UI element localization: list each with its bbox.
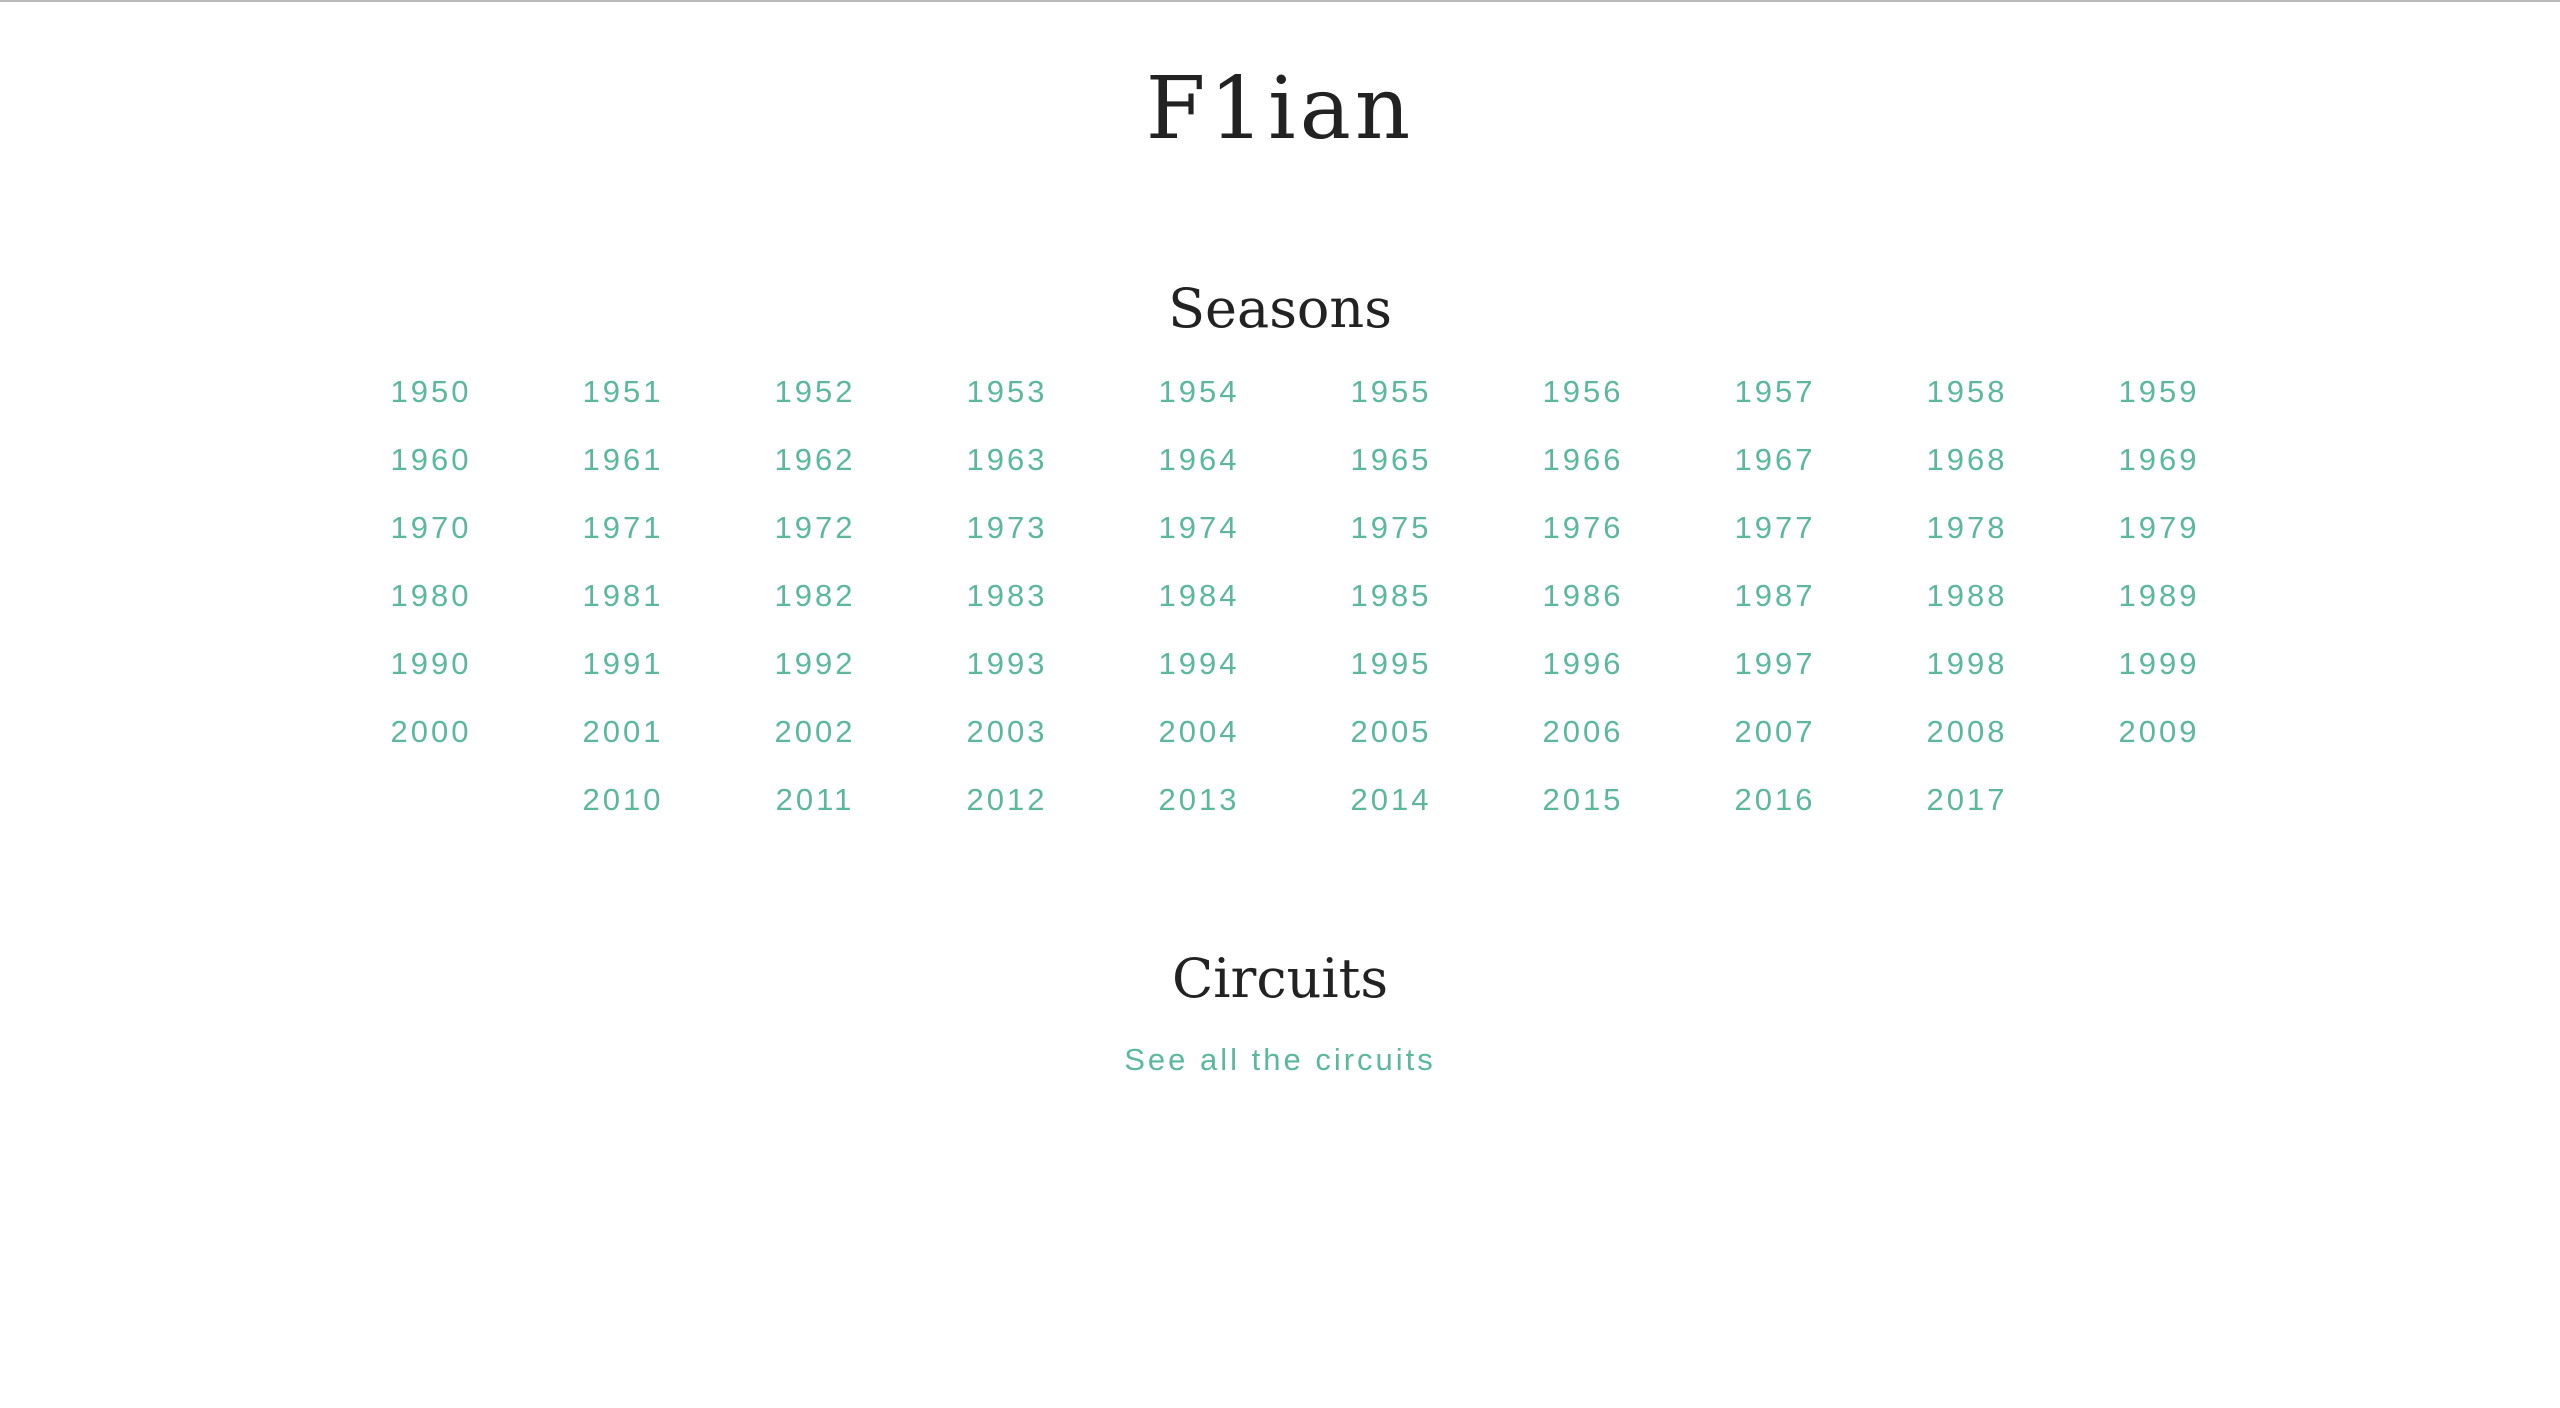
season-link-2017[interactable]: 2017 <box>1871 772 2063 840</box>
season-link-1994[interactable]: 1994 <box>1103 636 1295 704</box>
season-link-1950[interactable]: 1950 <box>335 364 527 432</box>
see-all-circuits-link[interactable]: See all the circuits <box>0 1032 2560 1088</box>
season-link-2006[interactable]: 2006 <box>1487 704 1679 772</box>
season-link-1978[interactable]: 1978 <box>1871 500 2063 568</box>
season-link-1987[interactable]: 1987 <box>1679 568 1871 636</box>
season-link-2010[interactable]: 2010 <box>527 772 719 840</box>
season-link-1970[interactable]: 1970 <box>335 500 527 568</box>
season-link-2009[interactable]: 2009 <box>2063 704 2255 772</box>
season-link-1979[interactable]: 1979 <box>2063 500 2255 568</box>
season-link-1965[interactable]: 1965 <box>1295 432 1487 500</box>
season-link-1984[interactable]: 1984 <box>1103 568 1295 636</box>
season-link-1963[interactable]: 1963 <box>911 432 1103 500</box>
season-link-1997[interactable]: 1997 <box>1679 636 1871 704</box>
season-link-1985[interactable]: 1985 <box>1295 568 1487 636</box>
season-link-1973[interactable]: 1973 <box>911 500 1103 568</box>
season-link-2000[interactable]: 2000 <box>335 704 527 772</box>
season-link-2002[interactable]: 2002 <box>719 704 911 772</box>
season-link-2008[interactable]: 2008 <box>1871 704 2063 772</box>
season-link-1961[interactable]: 1961 <box>527 432 719 500</box>
season-link-1999[interactable]: 1999 <box>2063 636 2255 704</box>
seasons-heading: Seasons <box>1168 277 1392 340</box>
season-link-1955[interactable]: 1955 <box>1295 364 1487 432</box>
season-link-2003[interactable]: 2003 <box>911 704 1103 772</box>
season-link-1956[interactable]: 1956 <box>1487 364 1679 432</box>
circuits-heading: Circuits <box>1171 947 1389 1010</box>
season-link-2007[interactable]: 2007 <box>1679 704 1871 772</box>
season-link-1993[interactable]: 1993 <box>911 636 1103 704</box>
season-link-1967[interactable]: 1967 <box>1679 432 1871 500</box>
season-link-1966[interactable]: 1966 <box>1487 432 1679 500</box>
season-link-1982[interactable]: 1982 <box>719 568 911 636</box>
season-link-1952[interactable]: 1952 <box>719 364 911 432</box>
season-link-1976[interactable]: 1976 <box>1487 500 1679 568</box>
season-link-1957[interactable]: 1957 <box>1679 364 1871 432</box>
season-link-2011[interactable]: 2011 <box>719 772 911 840</box>
season-link-1977[interactable]: 1977 <box>1679 500 1871 568</box>
season-link-1980[interactable]: 1980 <box>335 568 527 636</box>
season-link-1958[interactable]: 1958 <box>1871 364 2063 432</box>
season-link-1960[interactable]: 1960 <box>335 432 527 500</box>
season-link-2005[interactable]: 2005 <box>1295 704 1487 772</box>
season-link-1953[interactable]: 1953 <box>911 364 1103 432</box>
season-link-1995[interactable]: 1995 <box>1295 636 1487 704</box>
season-link-1969[interactable]: 1969 <box>2063 432 2255 500</box>
season-link-2013[interactable]: 2013 <box>1103 772 1295 840</box>
season-link-1998[interactable]: 1998 <box>1871 636 2063 704</box>
season-link-1989[interactable]: 1989 <box>2063 568 2255 636</box>
season-link-2004[interactable]: 2004 <box>1103 704 1295 772</box>
season-link-2012[interactable]: 2012 <box>911 772 1103 840</box>
season-link-1954[interactable]: 1954 <box>1103 364 1295 432</box>
season-link-1972[interactable]: 1972 <box>719 500 911 568</box>
season-link-1968[interactable]: 1968 <box>1871 432 2063 500</box>
season-link-1974[interactable]: 1974 <box>1103 500 1295 568</box>
season-link-2015[interactable]: 2015 <box>1487 772 1679 840</box>
season-link-2016[interactable]: 2016 <box>1679 772 1871 840</box>
season-link-1964[interactable]: 1964 <box>1103 432 1295 500</box>
season-link-1990[interactable]: 1990 <box>335 636 527 704</box>
season-link-1951[interactable]: 1951 <box>527 364 719 432</box>
season-link-1996[interactable]: 1996 <box>1487 636 1679 704</box>
season-link-1988[interactable]: 1988 <box>1871 568 2063 636</box>
season-link-1986[interactable]: 1986 <box>1487 568 1679 636</box>
season-link-2014[interactable]: 2014 <box>1295 772 1487 840</box>
season-link-1962[interactable]: 1962 <box>719 432 911 500</box>
site-title: F1ian <box>1145 59 1415 159</box>
season-link-1959[interactable]: 1959 <box>2063 364 2255 432</box>
season-link-1971[interactable]: 1971 <box>527 500 719 568</box>
season-link-1981[interactable]: 1981 <box>527 568 719 636</box>
season-link-1991[interactable]: 1991 <box>527 636 719 704</box>
season-link-1975[interactable]: 1975 <box>1295 500 1487 568</box>
season-link-2001[interactable]: 2001 <box>527 704 719 772</box>
season-link-1983[interactable]: 1983 <box>911 568 1103 636</box>
season-link-1992[interactable]: 1992 <box>719 636 911 704</box>
seasons-grid: 1950 1951 1952 1953 1954 1955 1956 1957 1958 1959… <box>335 364 2255 840</box>
